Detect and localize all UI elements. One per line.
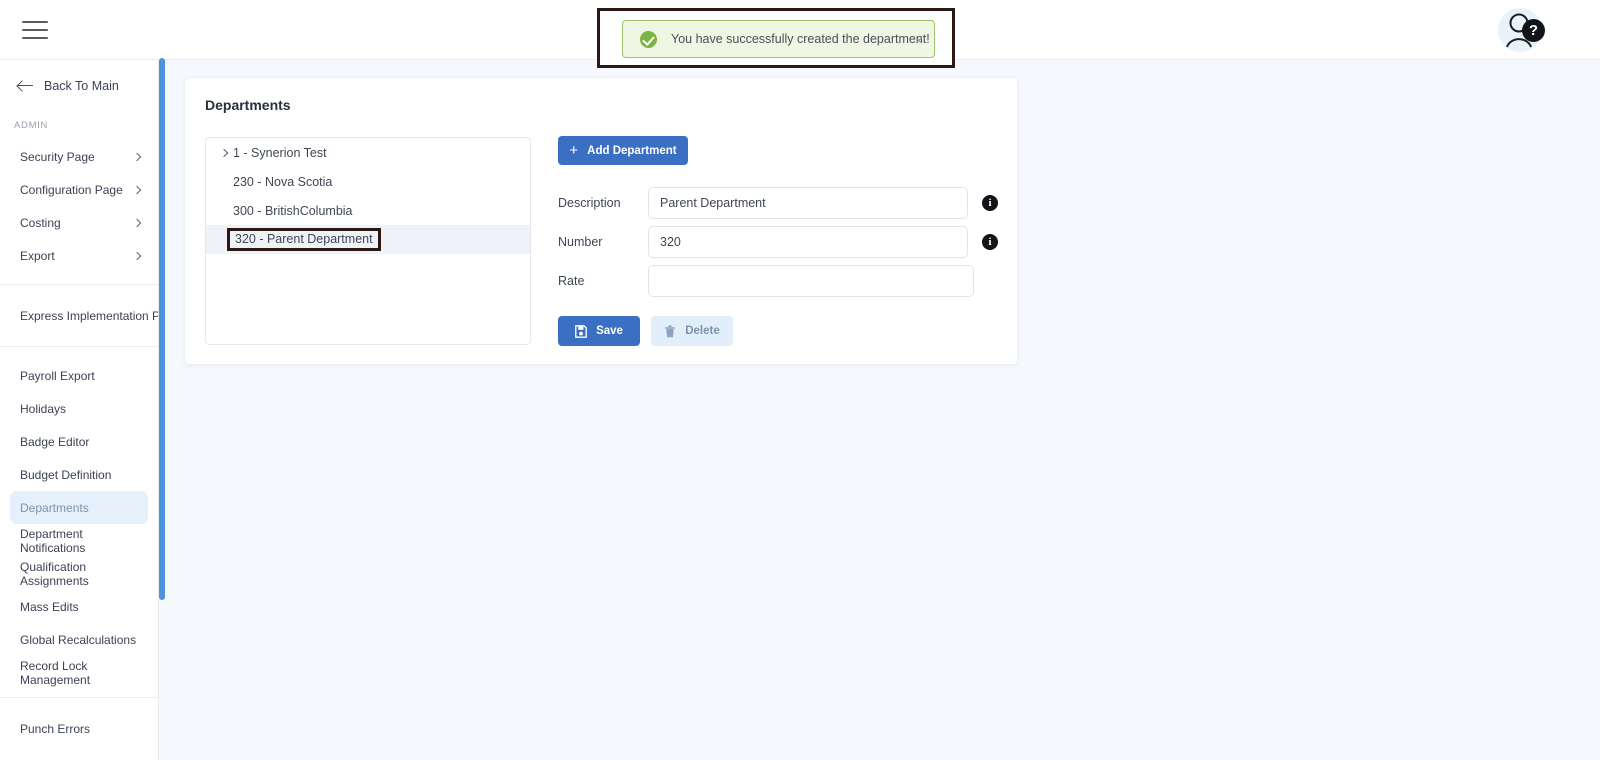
sidebar-standalone-group: Express Implementation P... <box>0 285 158 346</box>
sidebar-item-qualification-assignments[interactable]: Qualification Assignments <box>0 557 158 590</box>
trash-icon <box>665 324 676 337</box>
sidebar-item-label: Mass Edits <box>20 599 79 614</box>
sidebar-item-security-page[interactable]: Security Page <box>0 140 158 173</box>
info-icon[interactable]: i <box>982 195 998 211</box>
toast-message: You have successfully created the depart… <box>671 32 930 46</box>
plus-icon: + <box>569 141 579 159</box>
sidebar-section-label: ADMIN <box>14 120 49 131</box>
sidebar-item-label: Budget Definition <box>20 467 112 482</box>
sidebar-item-label: Export <box>20 248 55 263</box>
sidebar-item-departments[interactable]: Departments <box>10 491 148 524</box>
sidebar-footer-group: Punch Errors <box>0 698 158 759</box>
chevron-right-icon <box>132 152 142 161</box>
sidebar-item-label: Badge Editor <box>20 434 90 449</box>
info-icon[interactable]: i <box>982 234 998 250</box>
chevron-right-icon[interactable] <box>220 146 233 159</box>
success-check-icon <box>640 30 657 48</box>
chevron-right-icon <box>132 185 142 194</box>
save-disk-icon <box>575 324 587 338</box>
rate-input[interactable] <box>648 265 974 297</box>
sidebar-item-badge-editor[interactable]: Badge Editor <box>0 425 158 458</box>
sidebar-item-costing[interactable]: Costing <box>0 206 158 239</box>
sidebar-item-label: Departments <box>20 500 89 515</box>
sidebar-item-label: Payroll Export <box>20 368 95 383</box>
sidebar-item-export[interactable]: Export <box>0 239 158 272</box>
tree-row[interactable]: 230 - Nova Scotia <box>206 167 530 196</box>
add-department-label: Add Department <box>587 144 677 157</box>
department-tree: 1 - Synerion Test 230 - Nova Scotia 300 … <box>205 137 531 345</box>
rate-field-row: Rate <box>558 265 998 297</box>
sidebar-main-group: Payroll Export Holidays Badge Editor Bud… <box>0 347 158 697</box>
tree-row-label: 1 - Synerion Test <box>233 145 327 160</box>
description-input[interactable] <box>648 187 968 219</box>
tree-row-label: 230 - Nova Scotia <box>233 174 333 189</box>
sidebar-item-label: Costing <box>20 215 61 230</box>
sidebar-item-record-lock-management[interactable]: Record Lock Management <box>0 656 158 689</box>
back-to-main-label: Back To Main <box>44 79 119 93</box>
add-department-button[interactable]: + Add Department <box>558 136 688 165</box>
number-input[interactable] <box>648 226 968 258</box>
sidebar-item-punch-errors[interactable]: Punch Errors <box>0 712 158 745</box>
success-toast: You have successfully created the depart… <box>622 20 935 58</box>
sidebar-item-label: Security Page <box>20 149 95 164</box>
sidebar-item-budget-definition[interactable]: Budget Definition <box>0 458 158 491</box>
sidebar-item-label: Qualification Assignments <box>20 559 89 588</box>
sidebar-item-global-recalculations[interactable]: Global Recalculations <box>0 623 158 656</box>
save-button[interactable]: Save <box>558 316 640 346</box>
delete-button[interactable]: Delete <box>651 316 733 346</box>
hamburger-bar <box>22 21 48 23</box>
arrow-left-icon <box>18 80 34 92</box>
hamburger-menu-icon[interactable] <box>22 19 48 41</box>
toast-annotation-box: You have successfully created the depart… <box>597 8 955 68</box>
back-to-main-button[interactable]: Back To Main <box>0 60 158 112</box>
description-field-row: Description i <box>558 187 998 219</box>
sidebar-scrollbar[interactable] <box>159 58 165 600</box>
number-field-row: Number i <box>558 226 998 258</box>
page-title: Departments <box>205 97 291 113</box>
tree-row-selected[interactable]: 320 - Parent Department <box>206 225 530 254</box>
departments-card: Departments 1 - Synerion Test 230 - Nova… <box>184 77 1018 365</box>
number-label: Number <box>558 235 603 249</box>
tree-row[interactable]: 300 - BritishColumbia <box>206 196 530 225</box>
sidebar-item-label: Department Notifications <box>20 526 86 555</box>
chevron-right-icon <box>132 218 142 227</box>
hamburger-bar <box>22 29 48 31</box>
delete-label: Delete <box>685 325 720 337</box>
save-label: Save <box>596 325 623 337</box>
sidebar-item-label: Configuration Page <box>20 182 123 197</box>
description-label: Description <box>558 196 621 210</box>
close-icon[interactable]: × <box>915 31 923 49</box>
sidebar-item-label: Holidays <box>20 401 67 416</box>
sidebar-item-holidays[interactable]: Holidays <box>0 392 158 425</box>
tree-row-label: 320 - Parent Department <box>227 228 381 251</box>
sidebar-item-configuration-page[interactable]: Configuration Page <box>0 173 158 206</box>
sidebar-item-department-notifications[interactable]: Department Notifications <box>0 524 158 557</box>
sidebar-expandable-group: Security Page Configuration Page Costing… <box>0 140 158 284</box>
tree-row[interactable]: 1 - Synerion Test <box>206 138 530 167</box>
hamburger-bar <box>22 37 48 39</box>
rate-label: Rate <box>558 274 585 288</box>
sidebar-item-label: Global Recalculations <box>20 632 137 647</box>
tree-row-label: 300 - BritishColumbia <box>233 203 353 218</box>
sidebar-item-mass-edits[interactable]: Mass Edits <box>0 590 158 623</box>
sidebar-item-label: Punch Errors <box>20 721 91 736</box>
sidebar-item-express-implementation[interactable]: Express Implementation P... <box>0 299 158 332</box>
form-actions: Save Delete <box>558 316 733 346</box>
sidebar-item-payroll-export[interactable]: Payroll Export <box>0 359 158 392</box>
user-avatar[interactable]: ? <box>1498 8 1545 52</box>
sidebar: Back To Main ADMIN Security Page Configu… <box>0 60 159 760</box>
chevron-right-icon <box>132 251 142 260</box>
sidebar-item-label: Record Lock Management <box>20 658 91 687</box>
sidebar-item-label: Express Implementation P... <box>20 308 158 323</box>
help-badge-icon[interactable]: ? <box>1522 19 1545 42</box>
